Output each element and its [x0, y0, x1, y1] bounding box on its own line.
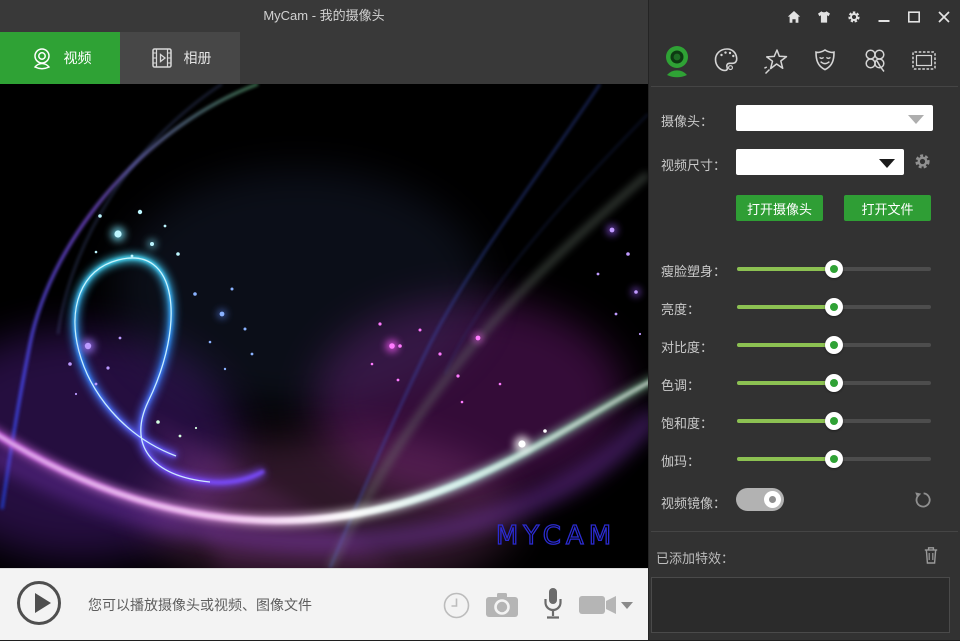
skin-shirt-icon[interactable] [817, 10, 831, 24]
face-slim-slider[interactable] [737, 260, 931, 278]
camera-label: 摄像头： [661, 111, 713, 130]
gamma-slider[interactable] [737, 450, 931, 468]
snapshot-camera-icon[interactable] [485, 569, 519, 641]
mask-icon[interactable] [810, 44, 840, 78]
slider-thumb-dot [830, 455, 838, 463]
slider-thumb-dot [830, 379, 838, 387]
tab-video-label: 视频 [64, 48, 92, 68]
video-preview[interactable]: MYCAM [0, 84, 648, 568]
maximize-icon[interactable] [907, 10, 921, 24]
magic-effects-icon[interactable] [761, 44, 791, 78]
watermark-text: MYCAM [496, 521, 616, 551]
window-controls [787, 10, 951, 24]
divider [651, 531, 958, 532]
slider-thumb[interactable] [825, 450, 843, 468]
left-pane: MyCam - 我的摄像头 视频 相册 [0, 0, 648, 640]
slider-thumb[interactable] [825, 374, 843, 392]
tab-video[interactable]: 视频 [0, 32, 120, 84]
brightness-label: 亮度： [661, 299, 700, 318]
beautify-palette-icon[interactable] [711, 44, 741, 78]
hue-slider[interactable] [737, 374, 931, 392]
tab-bar: 视频 相册 [0, 32, 648, 84]
camera-select[interactable] [736, 105, 933, 131]
slider-thumb[interactable] [825, 412, 843, 430]
brightness-slider[interactable] [737, 298, 931, 316]
record-video-icon[interactable] [578, 569, 618, 641]
player-hint: 您可以播放摄像头或视频、图像文件 [88, 569, 312, 641]
close-icon[interactable] [937, 10, 951, 24]
gamma-label: 伽玛： [661, 451, 700, 470]
title-bar: MyCam - 我的摄像头 [0, 0, 648, 32]
mycam-window: MyCam - 我的摄像头 视频 相册 [0, 0, 960, 640]
saturation-label: 饱和度： [661, 413, 713, 432]
chevron-down-icon [879, 159, 895, 168]
play-button[interactable] [17, 581, 61, 625]
slider-thumb[interactable] [825, 260, 843, 278]
open-file-button[interactable]: 打开文件 [844, 195, 931, 221]
contrast-slider[interactable] [737, 336, 931, 354]
toggle-knob [764, 491, 781, 508]
slider-thumb[interactable] [825, 336, 843, 354]
webcam-tab-icon[interactable] [662, 44, 692, 78]
minimize-icon[interactable] [877, 10, 891, 24]
play-icon [35, 593, 51, 613]
slider-fill [737, 267, 834, 271]
gear-icon[interactable] [847, 10, 861, 24]
effects-list-box [651, 577, 950, 633]
slider-fill [737, 305, 834, 309]
effects-label: 已添加特效： [656, 548, 734, 567]
slider-thumb-dot [830, 417, 838, 425]
divider [651, 86, 958, 87]
tab-album-label: 相册 [184, 48, 212, 68]
microphone-icon[interactable] [540, 569, 566, 641]
filmstrip-icon [149, 45, 175, 71]
caret-down-icon [621, 602, 633, 609]
panel-toolbar [649, 42, 960, 80]
home-icon[interactable] [787, 10, 801, 24]
slider-fill [737, 457, 834, 461]
settings-panel: 摄像头： 视频尺寸： 打开摄像头 打开文件 瘦脸塑身： 亮度： [648, 0, 960, 640]
webcam-outline-icon [29, 45, 55, 71]
preview-art: MYCAM [0, 84, 648, 568]
chevron-down-icon [908, 115, 924, 124]
reset-icon[interactable] [914, 491, 932, 509]
mirror-toggle[interactable] [736, 488, 784, 511]
window-title: MyCam - 我的摄像头 [0, 0, 648, 32]
face-slim-label: 瘦脸塑身： [661, 261, 726, 280]
contrast-label: 对比度： [661, 337, 713, 356]
timer-icon[interactable] [443, 569, 470, 641]
slider-thumb-dot [830, 265, 838, 273]
toggle-knob-dot [769, 496, 776, 503]
slider-thumb-dot [830, 303, 838, 311]
saturation-slider[interactable] [737, 412, 931, 430]
slider-fill [737, 343, 834, 347]
slider-thumb[interactable] [825, 298, 843, 316]
video-size-select[interactable] [736, 149, 904, 175]
slider-fill [737, 381, 834, 385]
open-camera-button[interactable]: 打开摄像头 [736, 195, 823, 221]
player-bar: 您可以播放摄像头或视频、图像文件 [0, 568, 648, 640]
size-settings-gear-icon[interactable] [913, 152, 932, 171]
video-size-label: 视频尺寸： [661, 155, 726, 174]
tab-album[interactable]: 相册 [120, 32, 240, 84]
slider-thumb-dot [830, 341, 838, 349]
frame-icon[interactable] [909, 44, 939, 78]
hue-label: 色调： [661, 375, 700, 394]
trash-icon[interactable] [923, 546, 939, 564]
mirror-label: 视频镜像： [661, 493, 726, 512]
record-options-caret[interactable] [621, 569, 633, 641]
clover-decoration-icon[interactable] [860, 44, 890, 78]
slider-fill [737, 419, 834, 423]
